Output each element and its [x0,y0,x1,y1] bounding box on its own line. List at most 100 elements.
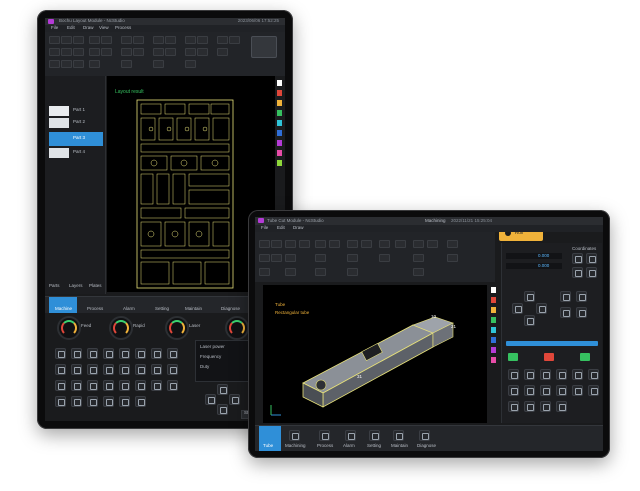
jog-left-arrow-icon[interactable] [205,394,216,405]
layer-color-swatch[interactable] [491,307,496,313]
toolbar-button[interactable] [379,254,390,262]
layer-color-swatch[interactable] [277,90,282,96]
toolbar-button[interactable] [73,60,84,68]
toolbar-button[interactable] [89,60,100,68]
control-button-icon[interactable] [87,364,98,375]
toolbar-button[interactable] [447,240,458,248]
control-button-icon[interactable] [71,396,82,407]
toolbar-button[interactable] [259,254,270,262]
control-button-icon[interactable] [540,385,551,396]
jog-right-arrow-icon[interactable] [536,303,547,314]
toolbar-button[interactable] [61,36,72,44]
left-menu-process[interactable]: Process [115,25,131,31]
toolbar-button[interactable] [133,48,144,56]
control-button-icon[interactable] [588,385,599,396]
left-menu-edit[interactable]: Edit [67,25,75,31]
layer-color-swatch[interactable] [277,120,282,126]
toolbar-button[interactable] [61,48,72,56]
toolbar-button[interactable] [185,60,196,68]
right-3d-canvas[interactable]: Tube Rectangular tube 10 21 31 [263,285,487,423]
control-button-icon[interactable] [556,385,567,396]
toolbar-button[interactable] [49,36,60,44]
toolbar-button[interactable] [185,36,196,44]
right-menu-draw[interactable]: Draw [293,225,304,231]
toolbar-button[interactable] [73,48,84,56]
control-button-icon[interactable] [55,380,66,391]
tree-item[interactable] [49,106,69,116]
tab-maintain[interactable]: Maintain [391,443,408,449]
toolbar-button[interactable] [347,268,358,276]
toolbar-button[interactable] [299,240,310,248]
control-button-icon[interactable] [103,348,114,359]
control-button-icon[interactable] [540,369,551,380]
axis-minus-icon[interactable] [586,267,597,278]
tab-diagnose[interactable]: Diagnose [221,306,240,312]
control-button-icon[interactable] [103,364,114,375]
toolbar-button[interactable] [271,254,282,262]
layer-color-swatch[interactable] [277,110,282,116]
tab-alarm[interactable]: Alarm [343,443,355,449]
layer-color-swatch[interactable] [491,347,496,353]
jog-right-arrow-icon[interactable] [229,394,240,405]
toolbar-button[interactable] [153,36,164,44]
tab-maintain[interactable]: Maintain [185,306,202,312]
toolbar-button[interactable] [217,48,228,56]
layer-color-swatch[interactable] [491,287,496,293]
jog-up-arrow-icon[interactable] [524,291,535,302]
control-button-icon[interactable] [576,291,587,302]
layer-color-swatch[interactable] [277,100,282,106]
toolbar-button[interactable] [217,36,228,44]
control-button-icon[interactable] [167,348,178,359]
control-button-icon[interactable] [576,307,587,318]
toolbar-button[interactable] [197,36,208,44]
toolbar-button[interactable] [361,240,372,248]
tree-item[interactable] [49,118,69,128]
axis-minus-icon[interactable] [586,253,597,264]
control-button-icon[interactable] [560,291,571,302]
toolbar-button[interactable] [259,240,270,248]
control-button-icon[interactable] [135,396,146,407]
toolbar-button[interactable] [315,268,326,276]
layer-color-swatch[interactable] [491,357,496,363]
toolbar-button[interactable] [413,240,424,248]
control-button-icon[interactable] [151,380,162,391]
control-button-icon[interactable] [524,385,535,396]
jog-down-arrow-icon[interactable] [217,404,228,415]
control-button-icon[interactable] [55,396,66,407]
layer-color-swatch[interactable] [491,337,496,343]
tab-machining[interactable]: Machining [285,443,306,449]
control-button-icon[interactable] [151,364,162,375]
control-button-icon[interactable] [508,385,519,396]
control-button-icon[interactable] [524,401,535,412]
layer-color-swatch[interactable] [277,80,282,86]
toolbar-button[interactable] [347,254,358,262]
toolbar-button[interactable] [329,240,340,248]
toolbar-button[interactable] [121,48,132,56]
control-button-icon[interactable] [135,364,146,375]
control-button-icon[interactable] [71,380,82,391]
control-button-icon[interactable] [540,401,551,412]
layer-color-swatch[interactable] [277,140,282,146]
toolbar-button[interactable] [427,240,438,248]
toolbar-button[interactable] [285,254,296,262]
control-button-icon[interactable] [508,401,519,412]
control-button-icon[interactable] [119,364,130,375]
toolbar-button[interactable] [315,254,326,262]
layer-color-swatch[interactable] [491,327,496,333]
side-tab-layers[interactable]: Layers [69,283,83,289]
axis-plus-icon[interactable] [572,253,583,264]
toolbar-button[interactable] [101,36,112,44]
left-menu-view[interactable]: View [99,25,109,31]
tab-alarm[interactable]: Alarm [123,306,135,312]
right-menu-file[interactable]: File [261,225,268,231]
left-big-action-button[interactable] [251,36,277,58]
tree-item[interactable] [49,148,69,158]
toolbar-button[interactable] [61,60,72,68]
control-button-icon[interactable] [87,396,98,407]
layer-color-swatch[interactable] [491,297,496,303]
toolbar-button[interactable] [153,48,164,56]
tab-diagnose[interactable]: Diagnose [417,443,436,449]
toolbar-button[interactable] [413,268,424,276]
control-button-icon[interactable] [87,380,98,391]
green-action-button[interactable] [508,353,518,361]
